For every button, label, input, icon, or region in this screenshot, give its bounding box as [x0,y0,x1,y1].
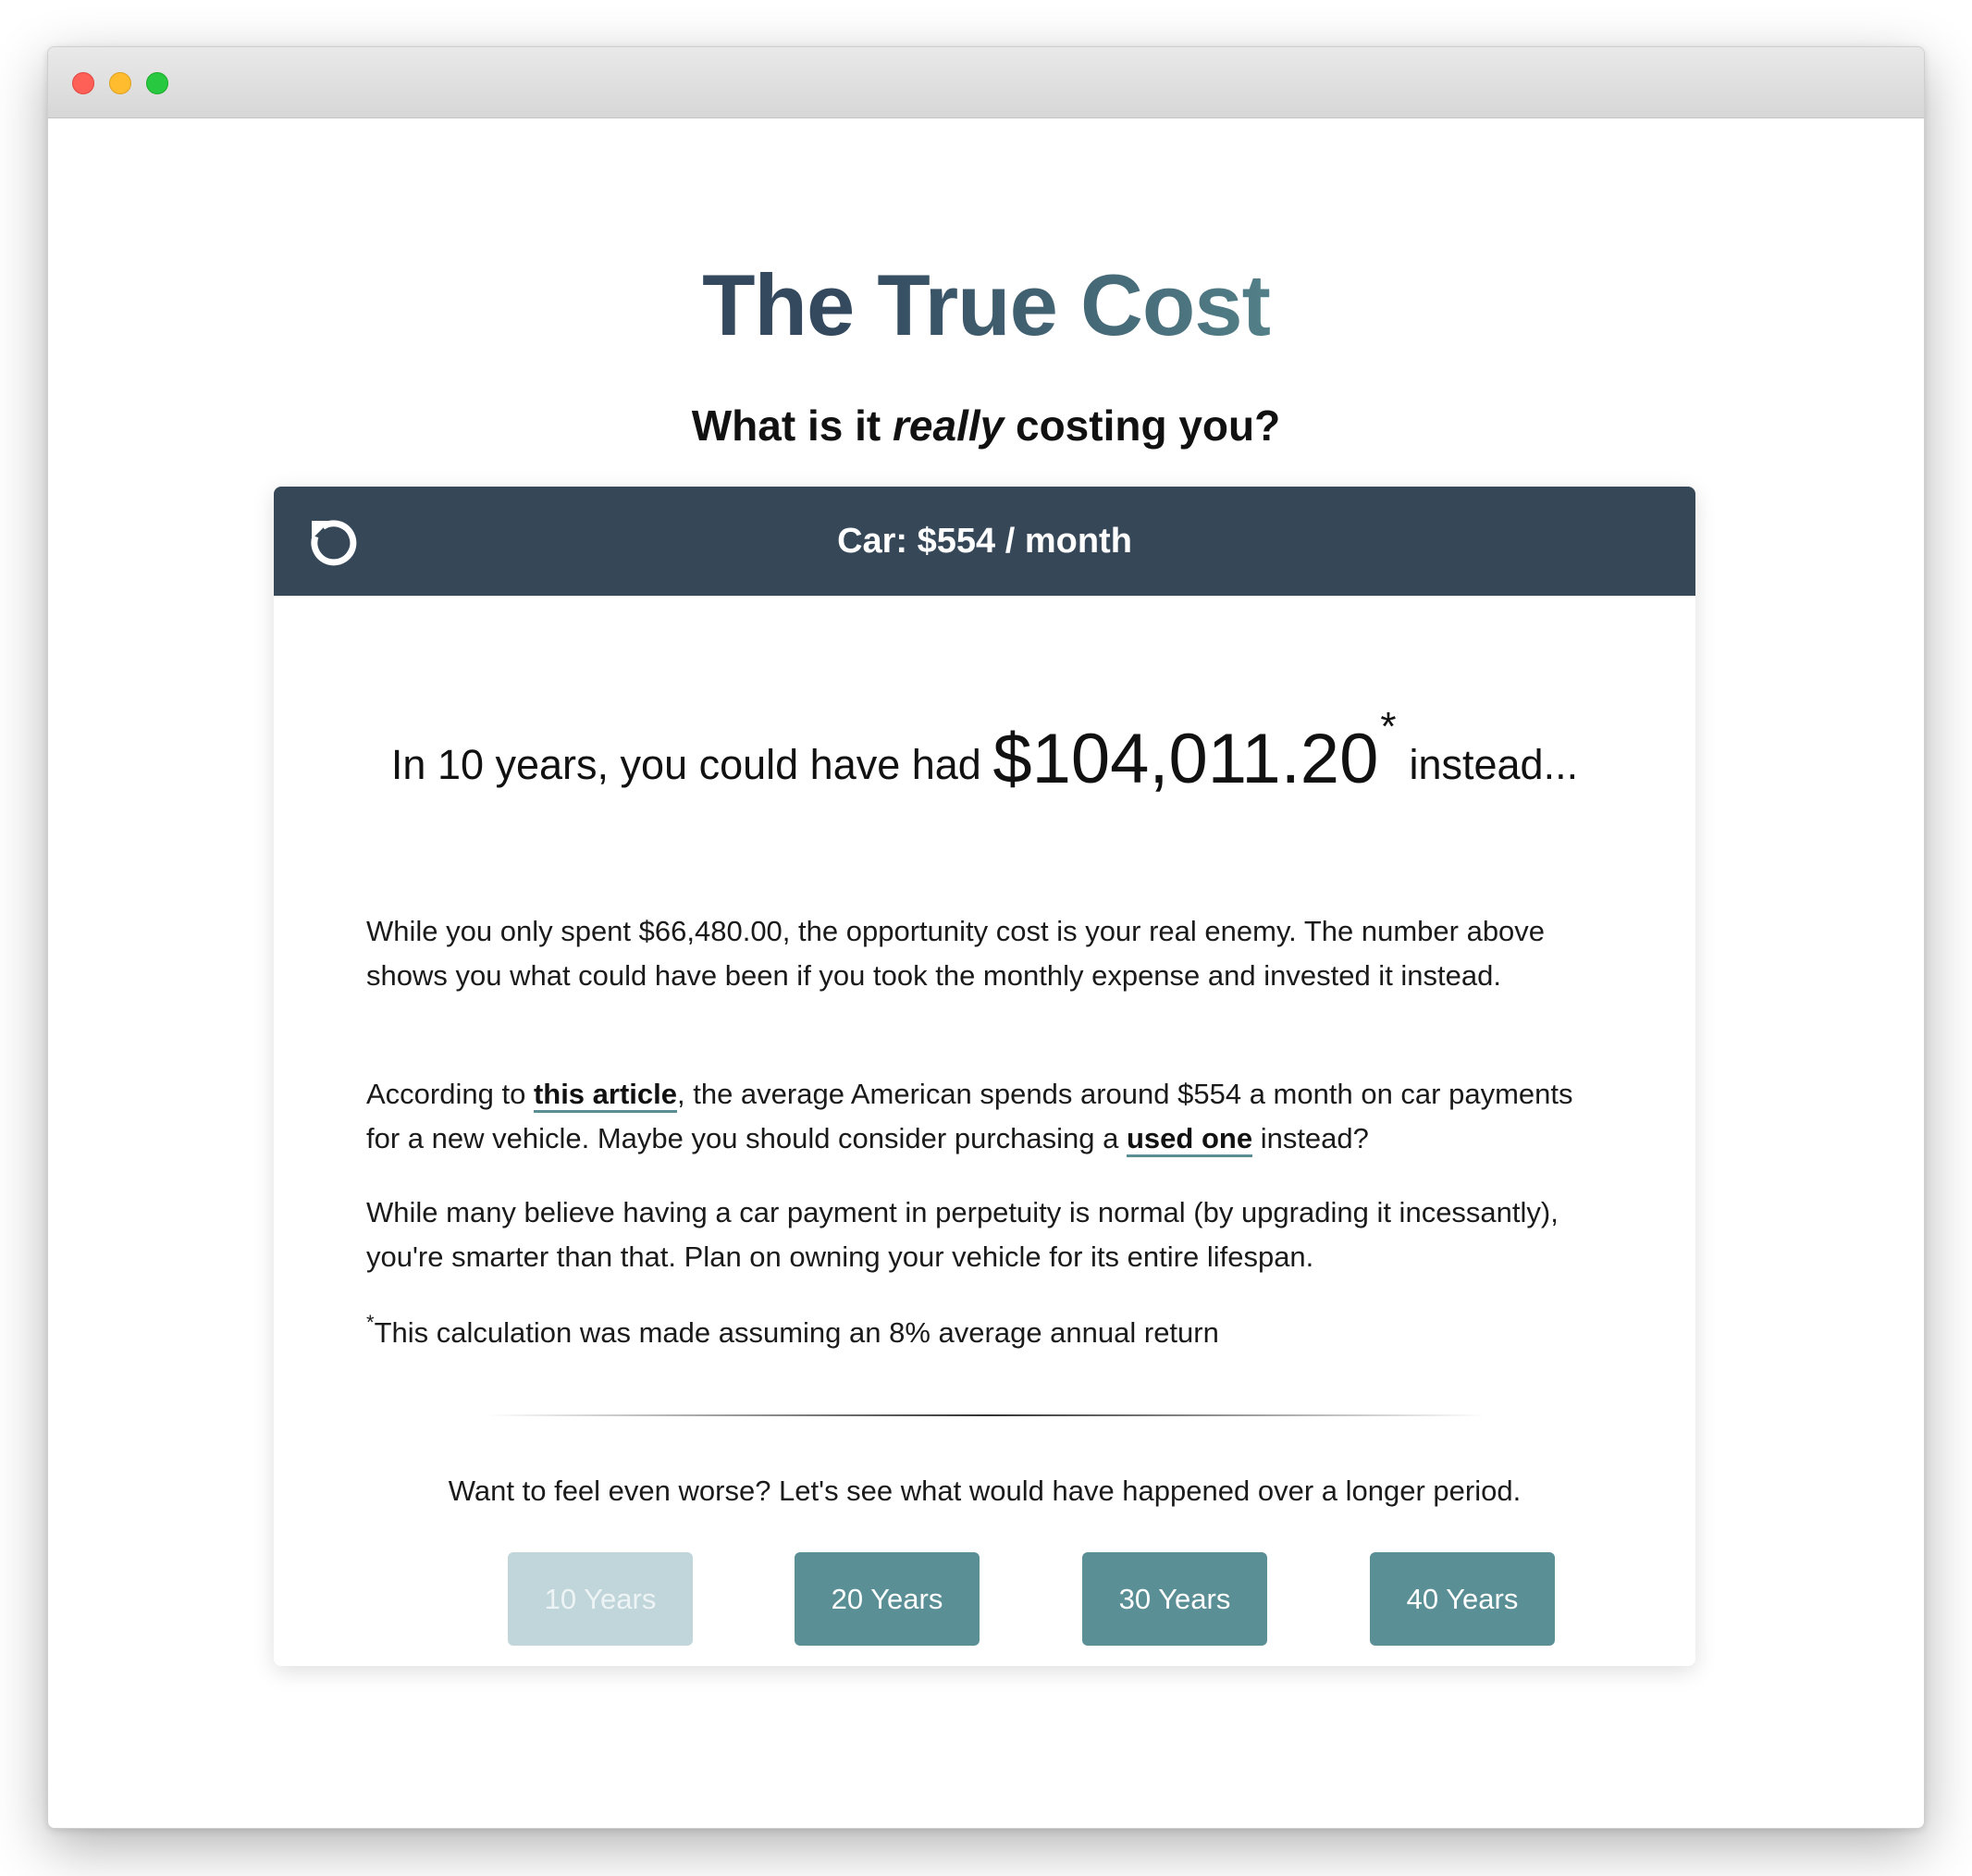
expense-title: Car: $554 / month [837,522,1132,561]
result-card: Car: $554 / month In 10 years, you could… [274,487,1695,1666]
minimize-window-button[interactable] [109,72,131,94]
close-window-button[interactable] [72,72,94,94]
page-subtitle: What is it really costing you? [48,401,1924,450]
reset-button[interactable] [305,514,361,570]
section-divider [487,1414,1485,1416]
perpetuity-paragraph: While many believe having a car payment … [366,1196,1559,1273]
spent-paragraph: While you only spent $66,480.00, the opp… [366,915,1546,992]
page-title: The True Cost [702,256,1271,353]
article-paragraph-pre: According to [366,1078,534,1110]
subtitle-post: costing you? [1004,401,1281,450]
footnote: *This calculation was made assuming an 8… [366,1301,1606,1355]
this-article-link[interactable]: this article [533,1078,677,1113]
page-title-container: The True Cost [48,256,1924,353]
10-years-button[interactable]: 10 Years [508,1552,693,1646]
browser-window: The True Cost What is it really costing … [47,46,1925,1829]
footnote-text: This calculation was made assuming an 8%… [374,1316,1219,1349]
20-years-button[interactable]: 20 Years [795,1552,980,1646]
footnote-asterisk: * [366,1311,375,1334]
subtitle-pre: What is it [691,401,893,450]
subtitle-emphasis: really [893,401,1004,450]
40-years-button[interactable]: 40 Years [1370,1552,1555,1646]
future-value-amount: $104,011.20 [992,720,1379,798]
zoom-window-button[interactable] [146,72,168,94]
30-years-button[interactable]: 30 Years [1082,1552,1267,1646]
opportunity-headline: In 10 years, you could have had $104,011… [274,704,1695,799]
headline-asterisk: * [1380,704,1397,749]
reset-icon [311,520,357,566]
window-titlebar [48,47,1924,118]
card-header: Car: $554 / month [274,487,1695,596]
headline-pre: In 10 years, you could have had [390,741,993,788]
headline-post: instead... [1409,741,1579,788]
article-paragraph: According to this article, the average A… [366,1072,1606,1161]
article-paragraph-post: instead? [1252,1122,1369,1154]
used-one-link[interactable]: used one [1126,1122,1253,1157]
page-content: The True Cost What is it really costing … [48,118,1924,1828]
longer-period-prompt: Want to feel even worse? Let's see what … [448,1475,1522,1507]
